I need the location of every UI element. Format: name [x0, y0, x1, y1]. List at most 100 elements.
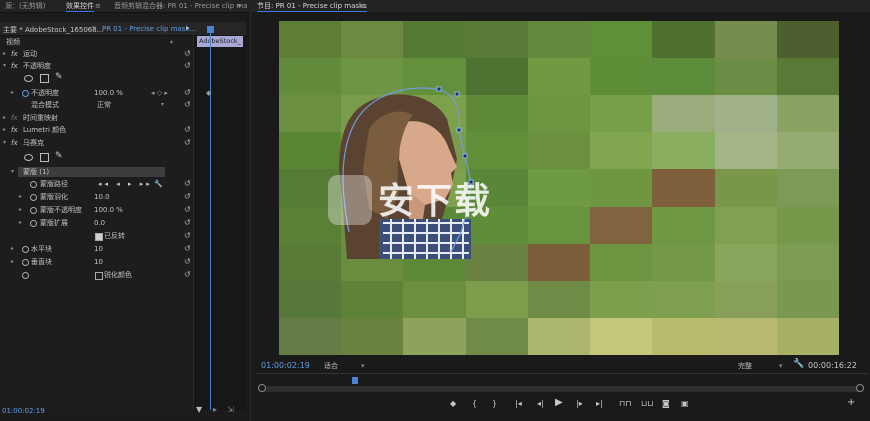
effect-mosaic[interactable]: ▾ fx 马赛克 ↺: [0, 137, 193, 149]
stopwatch-icon[interactable]: [22, 272, 29, 279]
master-clip-label[interactable]: 主要 * AdobeStock_165068...: [3, 25, 103, 35]
keyframe-icon[interactable]: ◆: [206, 89, 211, 97]
timeline-clip-label[interactable]: AdobeStock_: [197, 36, 243, 47]
reset-icon[interactable]: ↺: [184, 87, 191, 99]
chevron-right-icon[interactable]: ▸: [19, 204, 22, 216]
add-button-icon[interactable]: +: [847, 397, 855, 408]
reset-icon[interactable]: ↺: [184, 230, 191, 242]
reset-icon[interactable]: ↺: [184, 137, 191, 149]
reset-icon[interactable]: ↺: [184, 217, 191, 229]
program-playhead[interactable]: [352, 377, 358, 384]
mask-1[interactable]: ▾ 蒙版 (1): [0, 166, 193, 178]
reset-icon[interactable]: ↺: [184, 99, 191, 111]
chevron-down-icon[interactable]: ▾: [3, 137, 6, 149]
horizontal-blocks-value[interactable]: 10: [94, 243, 103, 255]
effect-motion[interactable]: ▸ fx 运动 ↺: [0, 48, 193, 60]
step-back-icon[interactable]: ◂|: [537, 399, 544, 408]
zoom-scrollbar[interactable]: [258, 386, 864, 392]
chevron-right-icon[interactable]: ▸: [11, 243, 14, 255]
mask-name[interactable]: 蒙版 (1): [23, 166, 49, 178]
program-timecode[interactable]: 01:00:02:19: [261, 361, 310, 370]
effect-timeline-area[interactable]: [193, 35, 247, 410]
opacity-property[interactable]: ▸ 不透明度 100.0 % ◂ ◇ ▸ ↺: [0, 87, 193, 99]
stopwatch-icon[interactable]: [30, 220, 37, 227]
tab-menu-icon[interactable]: ≡: [95, 1, 101, 11]
stopwatch-icon[interactable]: [22, 90, 29, 97]
fx-icon[interactable]: fx: [11, 48, 18, 60]
lift-icon[interactable]: ⊓⊓: [619, 399, 631, 408]
chevron-right-icon[interactable]: ▸: [19, 191, 22, 203]
scrollbar-left-handle[interactable]: [258, 384, 266, 392]
play-audio-icon[interactable]: ▸: [213, 405, 217, 414]
pen-icon[interactable]: ✎: [55, 151, 63, 161]
chevron-right-icon[interactable]: ▸: [3, 124, 6, 136]
mask-expansion-value[interactable]: 0.0: [94, 217, 105, 229]
chevron-right-icon[interactable]: ▸: [3, 112, 6, 124]
go-to-out-icon[interactable]: ▸|: [596, 399, 603, 408]
comparison-view-icon[interactable]: ▣: [681, 399, 689, 408]
scrollbar-right-handle[interactable]: [856, 384, 864, 392]
mark-in-icon[interactable]: {: [472, 399, 477, 408]
effect-opacity[interactable]: ▾ fx 不透明度 ↺: [0, 60, 193, 72]
rectangle-mask-icon[interactable]: [40, 153, 49, 162]
tab-program-monitor[interactable]: 节目: PR 01 - Precise clip masks: [257, 1, 367, 12]
mask-opacity-property[interactable]: ▸ 蒙版不透明度 100.0 % ↺: [0, 204, 193, 216]
vertical-blocks-property[interactable]: ▸ 垂直块 10 ↺: [0, 256, 193, 268]
reset-icon[interactable]: ↺: [184, 204, 191, 216]
track-mask-controls[interactable]: ◂◂ ◂ ▸ ▸▸: [98, 178, 153, 190]
horizontal-blocks-property[interactable]: ▸ 水平块 10 ↺: [0, 243, 193, 255]
tab-effect-controls[interactable]: 效果控件: [66, 1, 94, 12]
stopwatch-icon[interactable]: [30, 194, 37, 201]
playback-resolution-select[interactable]: 完整: [738, 361, 752, 371]
blend-mode-select[interactable]: 正常: [97, 99, 111, 111]
effect-time-remap[interactable]: ▸ fx 时间重映射: [0, 112, 193, 124]
chevron-down-icon[interactable]: ▾: [3, 60, 6, 72]
mask-feather-value[interactable]: 10.0: [94, 191, 110, 203]
reset-icon[interactable]: ↺: [184, 124, 191, 136]
chevron-down-icon[interactable]: ▾: [361, 361, 365, 371]
chevron-right-icon[interactable]: ▸: [11, 87, 14, 99]
stopwatch-icon[interactable]: [30, 181, 37, 188]
mask-opacity-value[interactable]: 100.0 %: [94, 204, 123, 216]
extract-icon[interactable]: ⊔⊔: [641, 399, 653, 408]
reset-icon[interactable]: ↺: [184, 48, 191, 60]
stopwatch-icon[interactable]: [30, 207, 37, 214]
blend-mode-property[interactable]: 混合模式 正常 ▾ ↺: [0, 99, 193, 111]
inverted-checkbox[interactable]: [95, 233, 103, 241]
mask-expansion-property[interactable]: ▸ 蒙版扩展 0.0 ↺: [0, 217, 193, 229]
ellipse-mask-icon[interactable]: [24, 154, 33, 161]
fx-icon[interactable]: fx: [11, 124, 18, 136]
mask-path-property[interactable]: 蒙版路径 ◂◂ ◂ ▸ ▸▸ 🔧 ↺: [0, 178, 193, 190]
fx-icon[interactable]: fx: [11, 60, 18, 72]
chevron-right-icon[interactable]: ▸: [11, 256, 14, 268]
fx-icon[interactable]: fx: [11, 137, 18, 149]
export-icon[interactable]: ⇲: [227, 405, 234, 414]
chevron-right-icon[interactable]: ▸: [3, 48, 6, 60]
sharpen-colors-checkbox[interactable]: [95, 272, 103, 280]
stopwatch-icon[interactable]: [22, 259, 29, 266]
collapse-icon[interactable]: ▴: [170, 36, 173, 48]
mask-feather-property[interactable]: ▸ 蒙版羽化 10.0 ↺: [0, 191, 193, 203]
effect-playhead[interactable]: [207, 26, 214, 33]
play-clip-icon[interactable]: ▸: [186, 24, 190, 32]
effect-lumetri[interactable]: ▸ fx Lumetri 颜色 ↺: [0, 124, 193, 136]
tab-audio-clip-mixer[interactable]: 音频剪辑混合器: PR 01 - Precise clip ma: [114, 1, 247, 11]
reset-icon[interactable]: ↺: [184, 60, 191, 72]
sharpen-colors-property[interactable]: 锐化颜色 ↺: [0, 269, 193, 281]
reset-icon[interactable]: ↺: [184, 178, 191, 190]
fx-icon[interactable]: fx: [11, 112, 18, 124]
sequence-clip-label[interactable]: PR 01 - Precise clip mask...: [102, 25, 196, 33]
chevron-down-icon[interactable]: ▾: [161, 99, 164, 111]
export-frame-icon[interactable]: ◙: [662, 399, 670, 408]
vertical-blocks-value[interactable]: 10: [94, 256, 103, 268]
panel-overflow-icon[interactable]: »: [237, 1, 242, 11]
pen-icon[interactable]: ✎: [55, 72, 63, 82]
chevron-down-icon[interactable]: ▾: [11, 166, 14, 178]
reset-icon[interactable]: ↺: [184, 269, 191, 281]
reset-icon[interactable]: ↺: [184, 243, 191, 255]
opacity-value[interactable]: 100.0 %: [94, 87, 123, 99]
add-marker-icon[interactable]: ◆: [450, 399, 456, 408]
chevron-down-icon[interactable]: ▾: [92, 24, 96, 32]
stopwatch-icon[interactable]: [22, 246, 29, 253]
ellipse-mask-icon[interactable]: [24, 75, 33, 82]
